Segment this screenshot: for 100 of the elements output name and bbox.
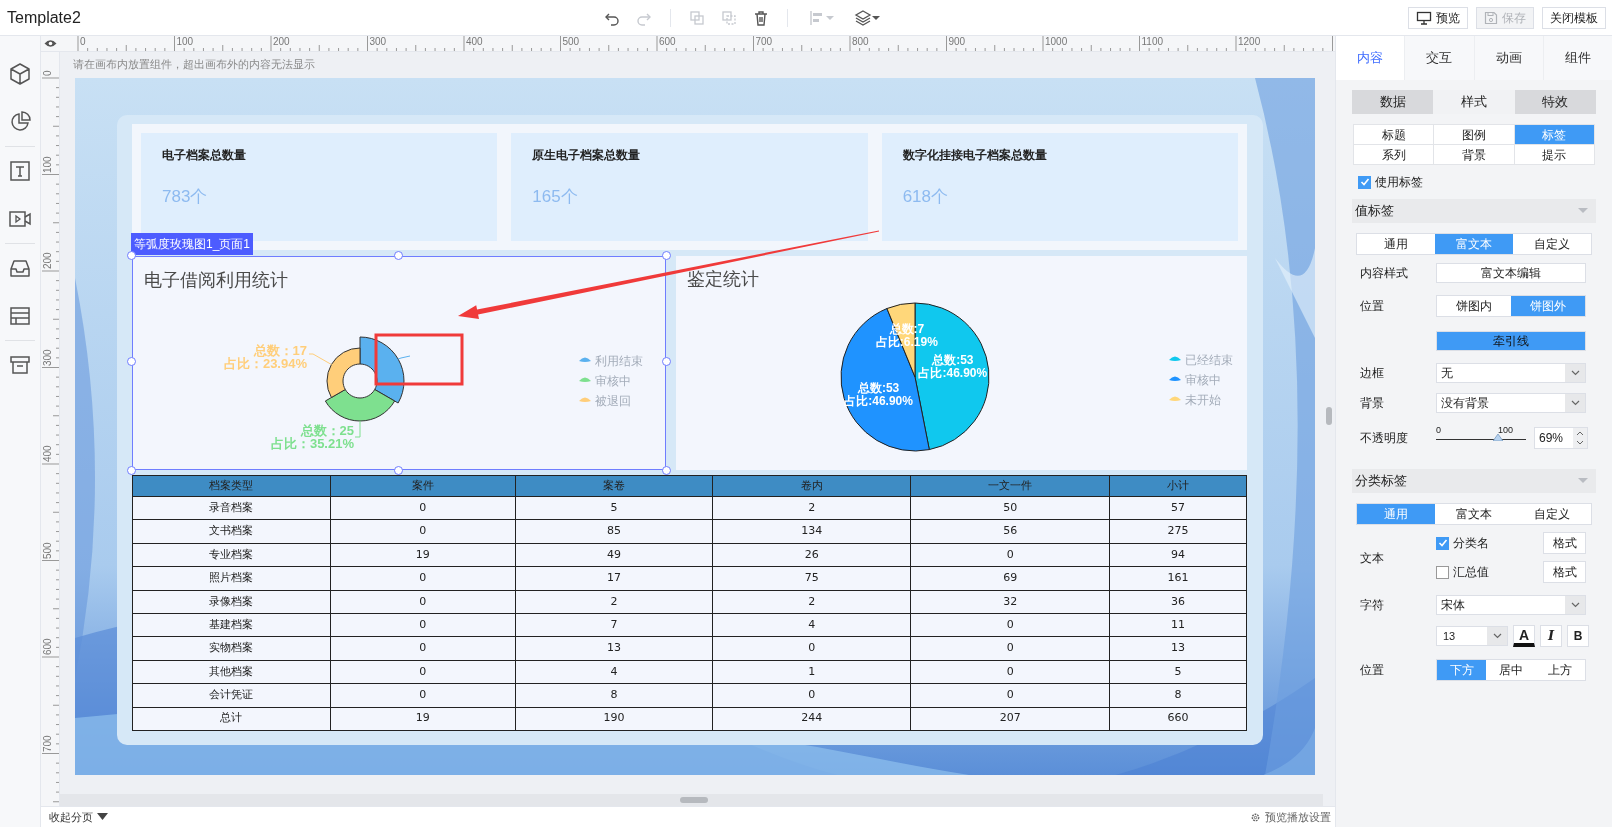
resize-handle[interactable] xyxy=(394,251,403,260)
section-tab[interactable]: 系列 xyxy=(1354,145,1435,165)
segment-button[interactable]: 富文本 xyxy=(1435,504,1513,524)
archive-box-icon xyxy=(8,353,32,377)
ruler-label: 1100 xyxy=(1141,36,1163,47)
card-value: 165个 xyxy=(532,187,579,207)
table-cell: 0 xyxy=(712,683,911,707)
table-cell: 0 xyxy=(330,566,516,591)
section-tab[interactable]: 背景 xyxy=(1434,145,1515,165)
monitor-icon xyxy=(1416,10,1432,25)
format-button[interactable]: 格式 xyxy=(1543,561,1586,583)
chevron-down-icon xyxy=(1492,633,1502,639)
table-cell: 0 xyxy=(330,613,516,637)
ruler-label: 400 xyxy=(42,445,53,462)
table-cell: 其他档案 xyxy=(132,660,331,684)
slider-thumb[interactable] xyxy=(1493,434,1504,441)
column-header: 一文一件 xyxy=(910,475,1110,497)
segment-button[interactable]: 自定义 xyxy=(1513,234,1591,254)
number-field[interactable]: 69% xyxy=(1534,427,1588,449)
segment-button[interactable]: 自定义 xyxy=(1513,504,1591,524)
close-template-button[interactable]: 关闭模板 xyxy=(1542,6,1606,29)
style-tab[interactable]: 特效 xyxy=(1514,90,1596,114)
preview-button[interactable]: 预览 xyxy=(1408,6,1468,29)
table-cell: 69 xyxy=(910,566,1110,591)
leader-line-toggle[interactable]: 牵引线 xyxy=(1436,331,1586,351)
card-title: 电子档案总数量 xyxy=(162,147,247,163)
resize-handle[interactable] xyxy=(662,251,671,260)
chart-title: 鉴定统计 xyxy=(687,269,759,289)
caret-icon xyxy=(872,14,880,21)
table-cell: 0 xyxy=(330,660,516,684)
ruler-label: 200 xyxy=(273,36,290,47)
dropdown[interactable]: 宋体 xyxy=(1436,595,1586,615)
card-title: 原生电子档案总数量 xyxy=(532,147,642,163)
ruler-label: 300 xyxy=(42,348,53,366)
resize-handle[interactable] xyxy=(127,251,136,260)
panel-tab[interactable]: 内容 xyxy=(1336,36,1405,80)
caret-icon xyxy=(826,14,834,21)
panel-tab[interactable]: 组件 xyxy=(1542,36,1612,80)
field-label: 边框 xyxy=(1359,365,1385,382)
table-cell: 0 xyxy=(910,683,1110,707)
format-button[interactable]: 格式 xyxy=(1543,532,1586,554)
table-cell: 85 xyxy=(515,519,713,544)
checkbox[interactable] xyxy=(1358,175,1371,189)
table-cell: 2 xyxy=(712,496,911,520)
italic-button[interactable]: I xyxy=(1540,625,1562,647)
dropdown-value: 宋体 xyxy=(1440,597,1466,614)
ruler-label: 500 xyxy=(562,36,580,47)
caret-down-icon xyxy=(1578,208,1588,214)
table-cell: 7 xyxy=(515,613,713,637)
checkbox[interactable] xyxy=(1436,565,1449,579)
panel-tab[interactable]: 交互 xyxy=(1404,36,1474,80)
ruler-label: 400 xyxy=(466,36,483,47)
copy-icon xyxy=(688,8,706,27)
segment-button[interactable]: 居中 xyxy=(1486,660,1536,680)
dropdown[interactable]: 没有背景 xyxy=(1436,393,1586,413)
table-cell: 文书档案 xyxy=(132,519,331,544)
preview-settings-button[interactable]: 预览播放设置 xyxy=(1250,808,1331,826)
section-tab[interactable]: 图例 xyxy=(1434,125,1515,145)
chevron-down-icon xyxy=(1570,400,1580,406)
segment-button[interactable]: 饼图内 xyxy=(1437,296,1511,316)
bold-button[interactable]: B xyxy=(1567,625,1589,647)
field-label: 位置 xyxy=(1359,662,1385,679)
field-label: 字符 xyxy=(1359,597,1385,614)
scrollbar-thumb[interactable] xyxy=(1326,407,1332,425)
caret-down-icon xyxy=(1578,478,1588,484)
section-tab[interactable]: 提示 xyxy=(1514,145,1595,165)
eye-icon[interactable] xyxy=(44,39,57,48)
scrollbar-thumb[interactable] xyxy=(680,797,708,803)
panel-tab[interactable]: 动画 xyxy=(1473,36,1543,80)
section-header[interactable]: 分类标签 xyxy=(1352,469,1596,493)
slider-max-label: 100 xyxy=(1498,425,1514,435)
section-tab[interactable]: 标题 xyxy=(1354,125,1435,145)
card-title: 数字化挂接电子档案总数量 xyxy=(902,147,1048,163)
value-label: 总数:53 占比:46.90% xyxy=(918,353,988,381)
field-label: 背景 xyxy=(1359,395,1385,412)
table-cell: 4 xyxy=(515,660,713,684)
resize-handle[interactable] xyxy=(127,357,136,366)
dropdown[interactable]: 无 xyxy=(1436,363,1586,383)
spinner-arrows-icon xyxy=(1576,431,1584,445)
table-cell: 13 xyxy=(1109,636,1247,661)
checkbox[interactable] xyxy=(1436,536,1449,550)
table-cell: 244 xyxy=(712,707,911,731)
style-tab[interactable]: 数据 xyxy=(1352,90,1434,114)
card-value: 618个 xyxy=(902,187,950,207)
font-color-button[interactable]: A xyxy=(1513,625,1535,647)
checkbox-label: 汇总值 xyxy=(1453,564,1490,581)
segment-button[interactable]: 上方 xyxy=(1535,660,1585,680)
table-cell: 56 xyxy=(910,519,1110,544)
table-cell: 161 xyxy=(1109,566,1247,591)
table-cell: 207 xyxy=(910,707,1110,731)
collapse-pages-button[interactable]: 收起分页 xyxy=(49,808,108,826)
chevron-down-icon xyxy=(1570,370,1580,376)
rich-text-edit-button[interactable]: 富文本编辑 xyxy=(1436,263,1586,283)
section-header[interactable]: 值标签 xyxy=(1352,199,1596,223)
table-cell: 4 xyxy=(712,613,911,637)
table-cell: 660 xyxy=(1109,707,1247,731)
segment-button[interactable]: 通用 xyxy=(1357,234,1435,254)
trash-icon xyxy=(752,8,770,27)
resize-handle[interactable] xyxy=(662,357,671,366)
font-size-dropdown[interactable]: 13 xyxy=(1436,626,1508,646)
